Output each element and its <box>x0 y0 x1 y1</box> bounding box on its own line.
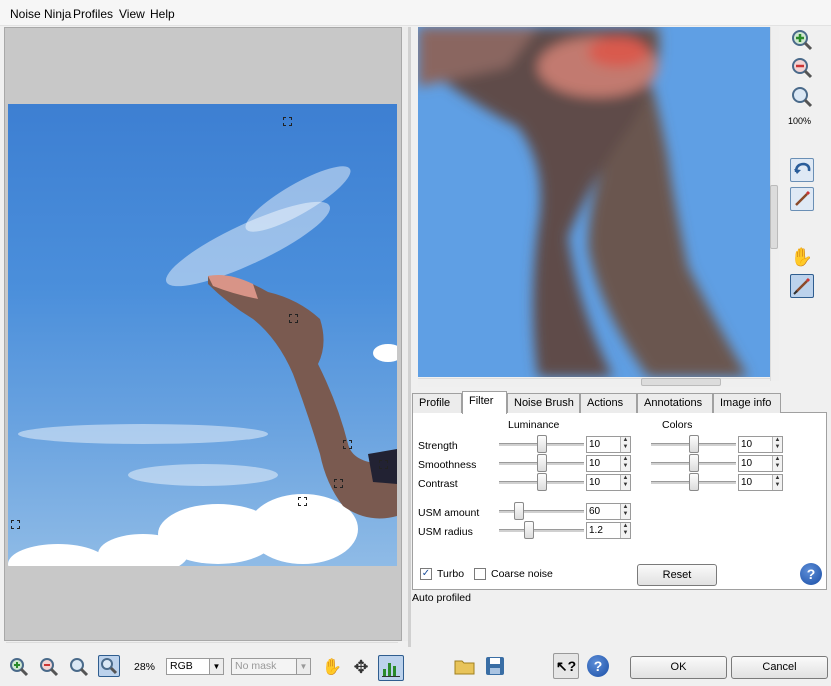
zoom-fit-icon[interactable] <box>68 656 90 678</box>
reset-button[interactable]: Reset <box>637 564 717 586</box>
usm-amount-slider-thumb[interactable] <box>514 502 524 520</box>
smoothness-luminance-slider-thumb[interactable] <box>537 454 547 472</box>
zoom-out-icon[interactable] <box>38 656 60 678</box>
coarse-noise-checkbox[interactable] <box>474 568 486 580</box>
usm-amount-label: USM amount <box>418 507 480 519</box>
strength-luminance-spinbox[interactable]: 10 ▲ ▼ <box>586 436 631 453</box>
help-button[interactable]: ? <box>587 655 609 677</box>
zoom-actual-icon[interactable] <box>98 655 120 677</box>
annotation-marker[interactable] <box>343 440 352 449</box>
usm-amount-slider-track[interactable] <box>499 510 584 514</box>
contrast-colors-slider-thumb[interactable] <box>689 473 699 491</box>
smoothness-label: Smoothness <box>418 459 477 471</box>
coarse-noise-label: Coarse noise <box>491 568 553 580</box>
strength-colors-spinbox[interactable]: 10 ▲ ▼ <box>738 436 783 453</box>
ok-button[interactable]: OK <box>630 656 727 679</box>
zoom-level-label: 100% <box>788 116 812 126</box>
usm-radius-spinbox[interactable]: 1.2 ▲ ▼ <box>586 522 631 539</box>
zoom-in-icon[interactable] <box>8 656 30 678</box>
panel-splitter[interactable] <box>408 27 411 647</box>
move-icon[interactable]: ✥ <box>350 656 372 678</box>
zoom-out-icon[interactable] <box>790 56 814 80</box>
filter-panel: Luminance Colors Strength 10 ▲ ▼ 10 ▲ ▼ Smoo… <box>412 413 827 590</box>
cancel-button[interactable]: Cancel <box>731 656 828 679</box>
turbo-checkbox[interactable]: ✓ <box>420 568 432 580</box>
status-text: Auto profiled <box>412 592 471 604</box>
histogram-icon[interactable] <box>378 655 404 681</box>
save-icon[interactable] <box>484 655 506 677</box>
zoom-100-icon[interactable] <box>790 85 814 109</box>
luminance-header: Luminance <box>508 419 560 431</box>
tab-annotations[interactable]: Annotations <box>637 393 713 413</box>
turbo-label: Turbo <box>437 568 465 580</box>
usm-radius-label: USM radius <box>418 526 473 538</box>
hand-icon[interactable]: ✋ <box>321 656 343 678</box>
usm-radius-slider-thumb[interactable] <box>524 521 534 539</box>
whats-this-help-icon[interactable]: ↖? <box>553 653 579 679</box>
annotation-marker[interactable] <box>289 314 298 323</box>
filter-help-button[interactable]: ? <box>800 563 822 585</box>
menu-bar: Noise Ninja Profiles View Help <box>0 0 831 26</box>
preview-image[interactable] <box>418 27 770 377</box>
annotation-marker[interactable] <box>283 117 292 126</box>
usm-radius-slider-track[interactable] <box>499 529 584 533</box>
settings-tabs: Profile Filter Noise Brush Actions Annot… <box>412 391 827 414</box>
contrast-label: Contrast <box>418 478 458 490</box>
zoom-in-icon[interactable] <box>790 28 814 52</box>
menu-help[interactable]: Help <box>150 7 175 21</box>
strength-luminance-slider-thumb[interactable] <box>537 435 547 453</box>
full-image-view[interactable] <box>4 27 402 641</box>
usm-amount-spinbox[interactable]: 60 ▲ ▼ <box>586 503 631 520</box>
smoothness-colors-slider-thumb[interactable] <box>689 454 699 472</box>
colors-header: Colors <box>662 419 693 431</box>
mask-select[interactable]: No mask ▼ <box>231 658 311 675</box>
undo-brush-icon[interactable] <box>790 158 814 182</box>
zoom-percent-label: 28% <box>134 661 156 673</box>
tab-noise-brush[interactable]: Noise Brush <box>507 393 580 413</box>
preview-vertical-scroll-thumb[interactable] <box>770 185 778 249</box>
strength-colors-slider-thumb[interactable] <box>689 435 699 453</box>
annotation-marker[interactable] <box>334 479 343 488</box>
hand-icon[interactable]: ✋ <box>790 245 814 269</box>
tab-profile[interactable]: Profile <box>412 393 462 413</box>
tab-image-info[interactable]: Image info <box>713 393 781 413</box>
strength-label: Strength <box>418 440 458 452</box>
annotation-marker[interactable] <box>11 520 20 529</box>
open-folder-icon[interactable] <box>454 655 476 677</box>
noise-brush-icon[interactable] <box>790 274 814 298</box>
left-horizontal-scrollbar[interactable] <box>6 642 398 650</box>
tab-actions[interactable]: Actions <box>580 393 637 413</box>
photo-thumbnail <box>8 104 397 566</box>
brush-pen-icon[interactable] <box>790 187 814 211</box>
smoothness-luminance-spinbox[interactable]: 10 ▲ ▼ <box>586 455 631 472</box>
menu-profiles[interactable]: Profiles <box>73 7 113 21</box>
contrast-luminance-spinbox[interactable]: 10 ▲ ▼ <box>586 474 631 491</box>
smoothness-colors-spinbox[interactable]: 10 ▲ ▼ <box>738 455 783 472</box>
annotation-marker[interactable] <box>379 460 388 469</box>
contrast-luminance-slider-thumb[interactable] <box>537 473 547 491</box>
contrast-colors-spinbox[interactable]: 10 ▲ ▼ <box>738 474 783 491</box>
menu-noise-ninja[interactable]: Noise Ninja <box>10 7 71 21</box>
annotation-marker[interactable] <box>298 497 307 506</box>
menu-view[interactable]: View <box>119 7 145 21</box>
tab-filter[interactable]: Filter <box>462 391 507 414</box>
color-mode-select[interactable]: RGB ▼ <box>166 658 224 675</box>
preview-horizontal-scroll-thumb[interactable] <box>641 378 721 386</box>
